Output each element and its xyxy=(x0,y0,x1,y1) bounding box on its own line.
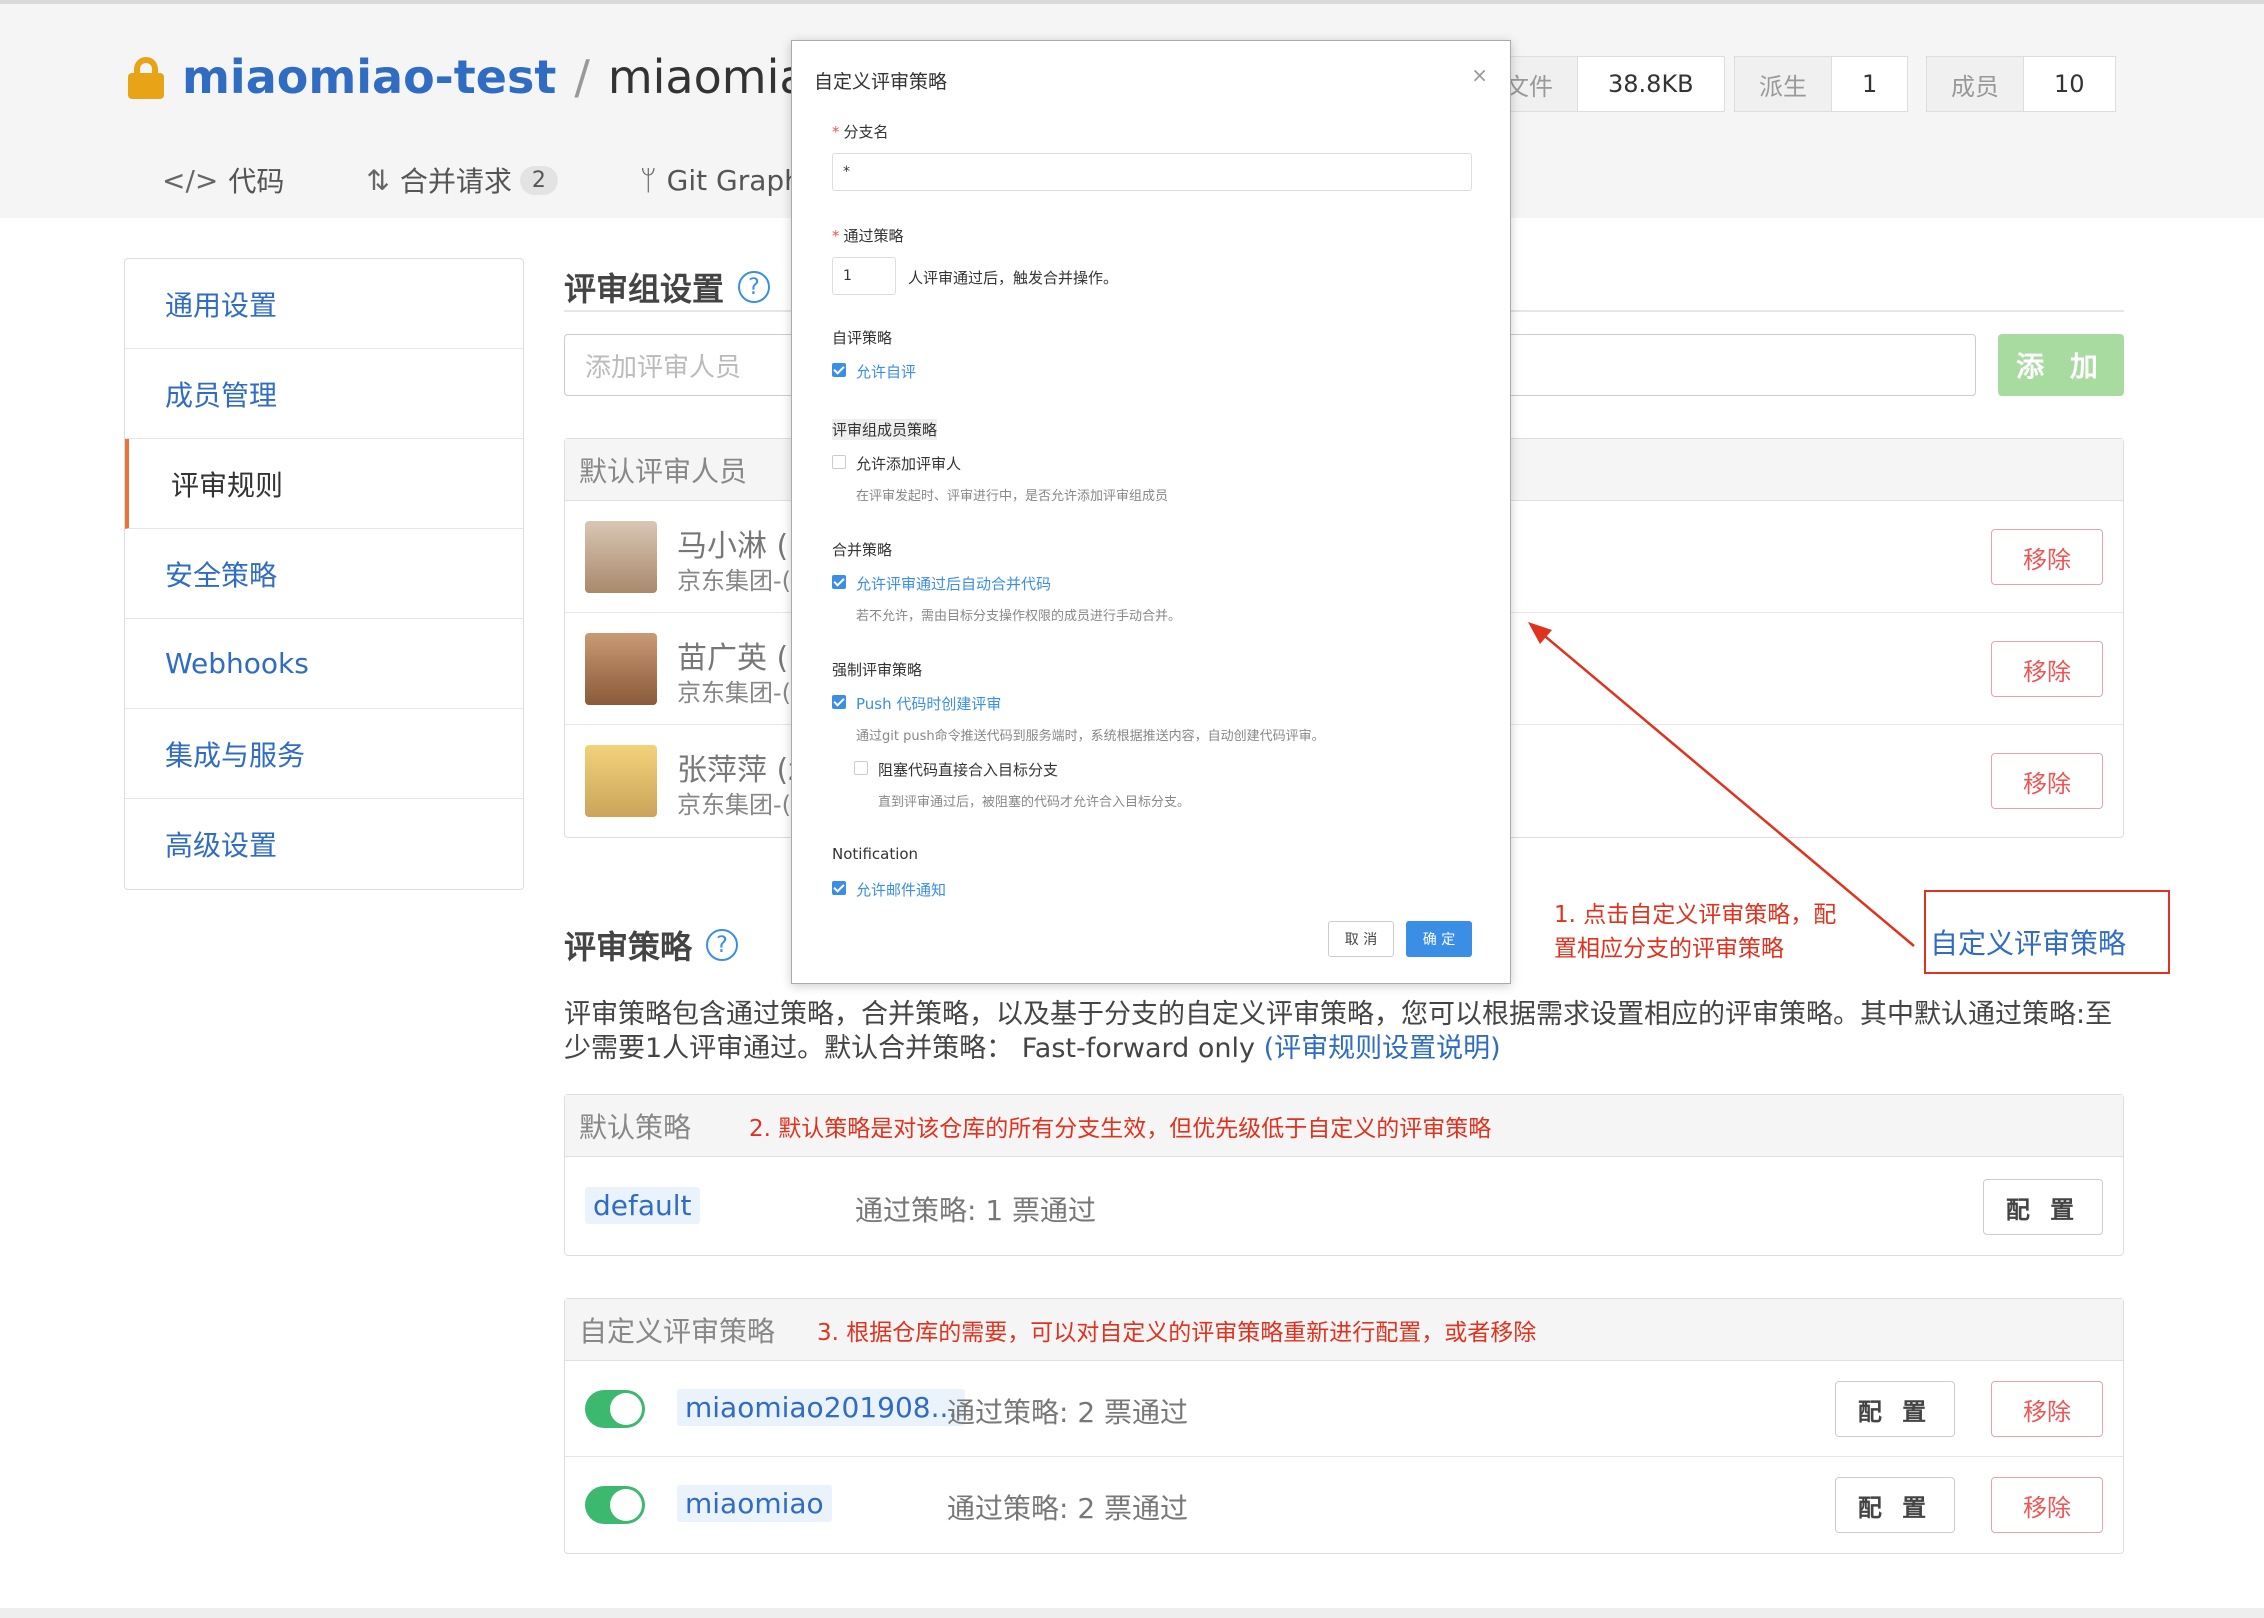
bottom-border xyxy=(0,1608,2264,1618)
annotation-step1-line1: 1. 点击自定义评审策略，配 xyxy=(1554,902,1837,928)
annotation-step1: 1. 点击自定义评审策略，配 置相应分支的评审策略 xyxy=(1554,898,1836,966)
annotation-arrow xyxy=(1528,622,1915,947)
annotation-step1-line2: 置相应分支的评审策略 xyxy=(1554,936,1784,962)
custom-policy-callout-link[interactable]: 自定义评审策略 xyxy=(1930,922,2126,962)
